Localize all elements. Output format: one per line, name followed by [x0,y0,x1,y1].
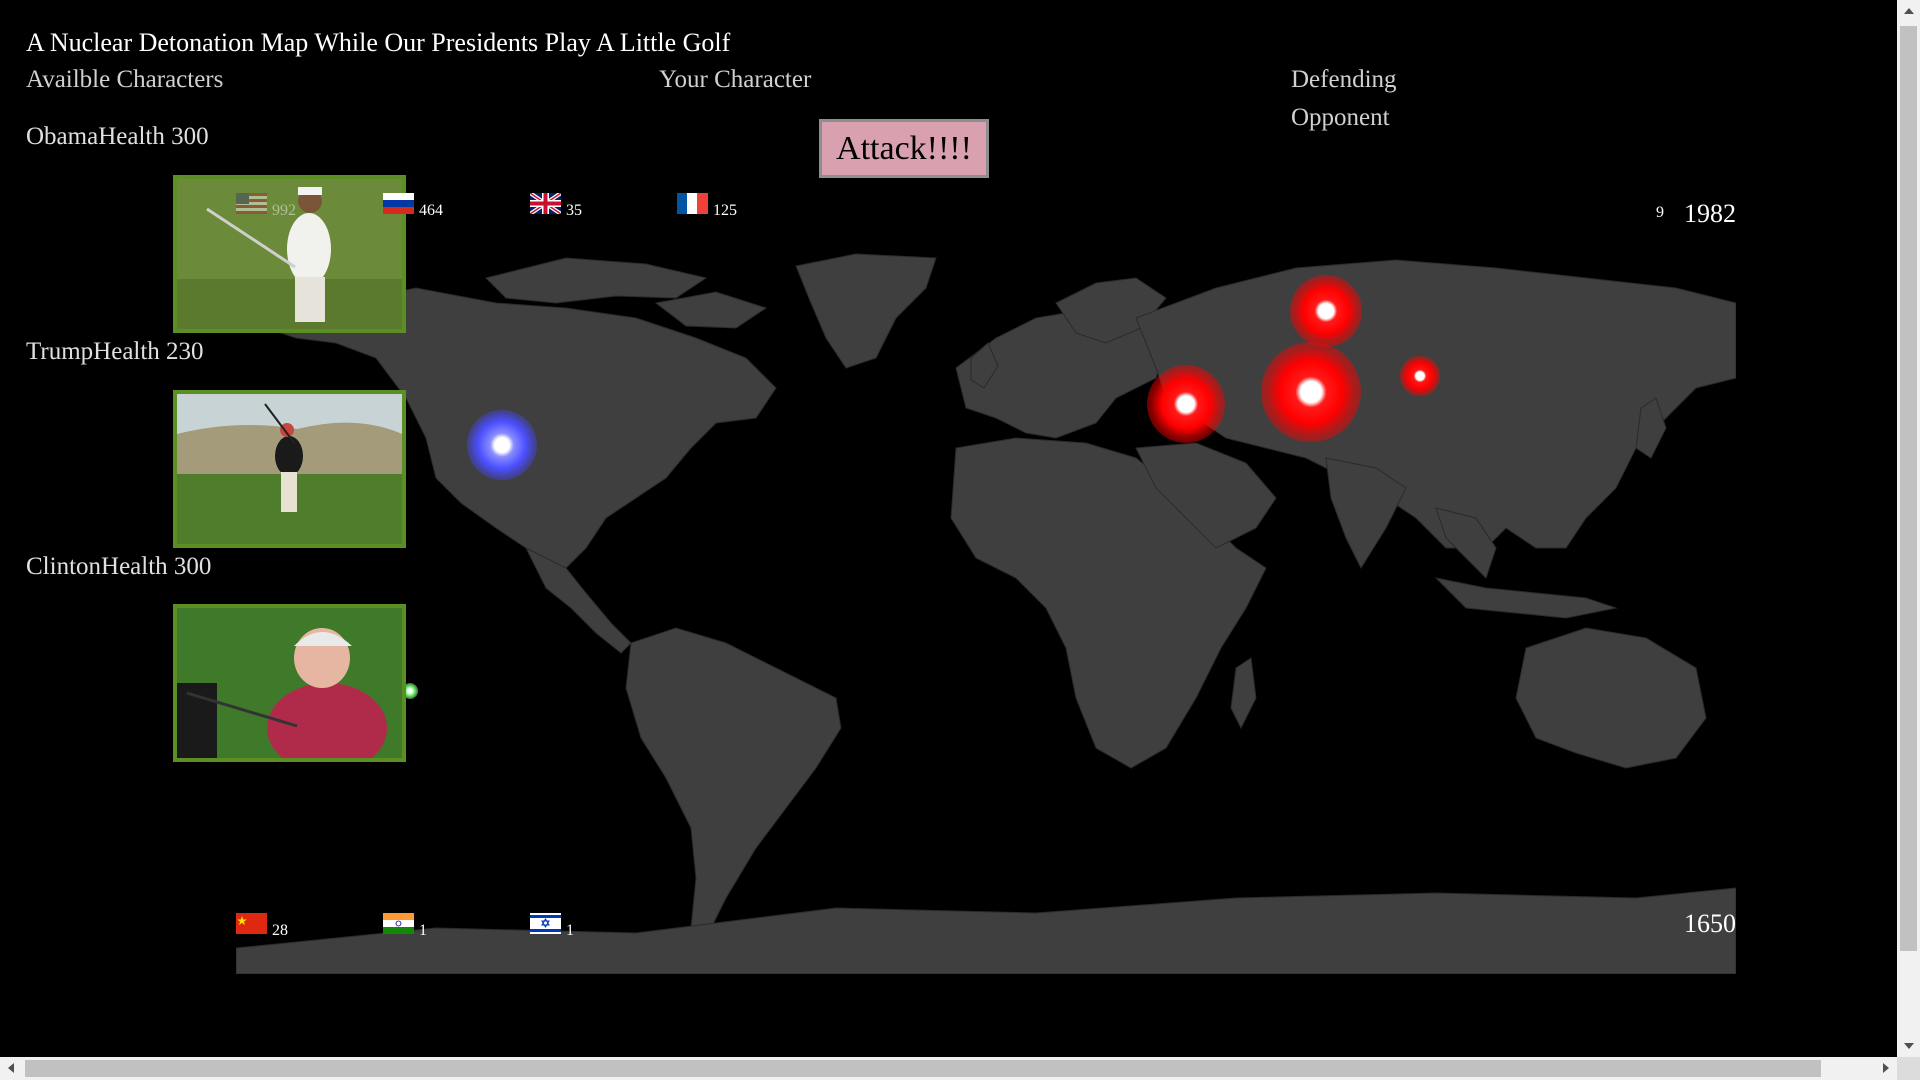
character-label-obama: ObamaHealth 300 [26,123,209,150]
arsenal-israel: 1 [530,913,574,939]
arsenal-uk: 35 [530,193,582,219]
character-card-trump[interactable] [173,390,406,548]
russia-flag-icon [383,193,414,214]
vertical-scrollbar[interactable] [1897,0,1920,1057]
character-label-clinton: ClintonHealth 300 [26,553,212,580]
character-card-clinton[interactable] [173,604,406,762]
detonation-blast [1147,365,1225,443]
scroll-down-arrow-icon[interactable] [1904,1043,1914,1049]
arsenal-count-uk: 35 [566,202,582,219]
detonation-blast [1400,356,1440,396]
scroll-left-arrow-icon[interactable] [8,1063,14,1073]
arsenal-count-china: 28 [272,922,288,939]
israel-flag-icon [530,913,561,934]
india-flag-icon [383,913,414,934]
arsenal-china: 28 [236,913,288,939]
small-counter: 9 [1656,204,1664,221]
arsenal-india: 1 [383,913,427,939]
defending-opponent-label-line2: Opponent [1291,104,1390,131]
uk-flag-icon [530,193,561,214]
current-year: 1982 [1684,199,1736,228]
france-flag-icon [677,193,708,214]
defending-opponent-label-line1: Defending [1291,66,1397,93]
arsenal-count-france: 125 [713,202,737,219]
page-title: A Nuclear Detonation Map While Our Presi… [26,28,731,57]
world-map [236,253,1736,974]
arsenal-usa: 992 [236,193,296,219]
available-characters-label: Availble Characters [26,66,224,93]
vertical-scroll-thumb[interactable] [1900,26,1917,951]
arsenal-count-usa: 992 [272,202,296,219]
scrollbar-corner [1897,1057,1920,1080]
arsenal-count-india: 1 [419,922,427,939]
your-character-label: Your Character [659,66,812,93]
detonation-blast [1290,275,1362,347]
horizontal-scroll-thumb[interactable] [25,1060,1821,1077]
us-flag-icon [236,193,267,214]
attack-button[interactable]: Attack!!!! [819,119,989,178]
arsenal-count-israel: 1 [566,922,574,939]
detonation-blast [467,410,537,480]
horizontal-scrollbar[interactable] [0,1057,1897,1080]
scroll-up-arrow-icon[interactable] [1904,8,1914,14]
arsenal-russia: 464 [383,193,443,219]
character-label-trump: TrumpHealth 230 [26,338,204,365]
china-flag-icon [236,913,267,934]
scroll-right-arrow-icon[interactable] [1883,1063,1889,1073]
start-year: 1650 [1684,909,1736,938]
arsenal-france: 125 [677,193,737,219]
arsenal-count-russia: 464 [419,202,443,219]
trump-golf-photo [177,394,402,544]
detonation-blast [1261,342,1361,442]
clinton-golf-photo [177,608,402,758]
